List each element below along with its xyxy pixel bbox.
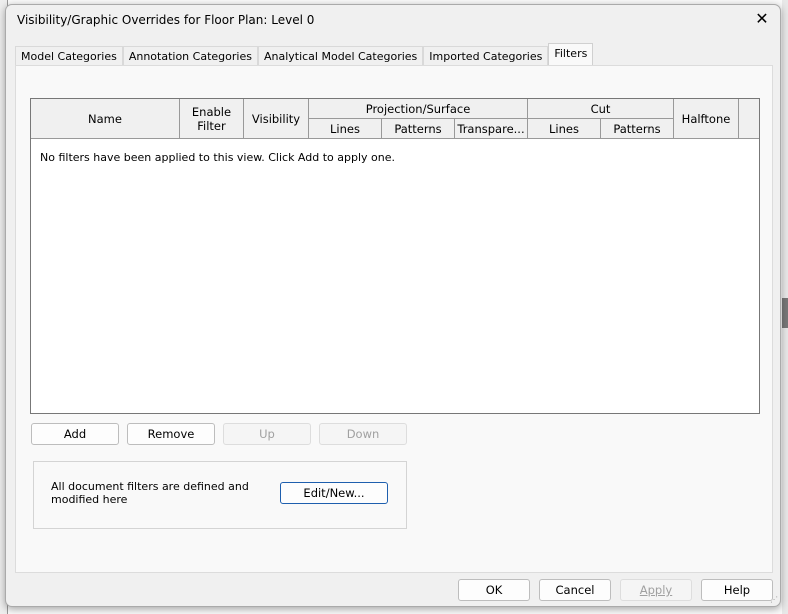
- header-visibility[interactable]: Visibility: [244, 99, 309, 139]
- up-button[interactable]: Up: [223, 423, 311, 445]
- table-header: Name Enable Filter Visibility Projection…: [31, 99, 759, 139]
- add-button[interactable]: Add: [31, 423, 119, 445]
- filters-table: Name Enable Filter Visibility Projection…: [30, 98, 760, 414]
- tab-bar: Model Categories Annotation Categories A…: [15, 43, 594, 66]
- filters-panel: Name Enable Filter Visibility Projection…: [15, 65, 773, 573]
- tab-filters[interactable]: Filters: [548, 43, 594, 66]
- cancel-button[interactable]: Cancel: [539, 579, 611, 601]
- close-icon[interactable]: ✕: [752, 9, 772, 28]
- header-projection-surface: Projection/Surface: [309, 99, 528, 119]
- visibility-graphics-dialog: Visibility/Graphic Overrides for Floor P…: [5, 4, 781, 607]
- edit-new-button[interactable]: Edit/New...: [280, 482, 388, 504]
- tab-analytical-model-categories[interactable]: Analytical Model Categories: [257, 46, 424, 66]
- tab-imported-categories[interactable]: Imported Categories: [423, 46, 549, 66]
- header-cut: Cut: [528, 99, 674, 119]
- header-proj-transparency[interactable]: Transpare...: [455, 119, 528, 139]
- document-filters-text: All document filters are defined and mod…: [51, 480, 249, 506]
- help-button[interactable]: Help: [701, 579, 773, 601]
- header-halftone[interactable]: Halftone: [674, 99, 739, 139]
- header-enable-filter[interactable]: Enable Filter: [180, 99, 244, 139]
- header-proj-patterns[interactable]: Patterns: [382, 119, 455, 139]
- remove-button[interactable]: Remove: [127, 423, 215, 445]
- header-name[interactable]: Name: [31, 99, 180, 139]
- dialog-title: Visibility/Graphic Overrides for Floor P…: [17, 13, 315, 27]
- resize-grip-icon[interactable]: ⋰: [770, 595, 778, 604]
- tab-annotation-categories[interactable]: Annotation Categories: [122, 46, 258, 66]
- background-app-right: [782, 0, 788, 614]
- document-filters-group: All document filters are defined and mod…: [33, 461, 407, 529]
- header-cut-patterns[interactable]: Patterns: [601, 119, 674, 139]
- empty-message: No filters have been applied to this vie…: [40, 151, 396, 164]
- header-cut-lines[interactable]: Lines: [528, 119, 601, 139]
- tab-model-categories[interactable]: Model Categories: [15, 46, 123, 66]
- down-button[interactable]: Down: [319, 423, 407, 445]
- ok-button[interactable]: OK: [458, 579, 530, 601]
- apply-button[interactable]: Apply: [620, 579, 692, 601]
- header-proj-lines[interactable]: Lines: [309, 119, 382, 139]
